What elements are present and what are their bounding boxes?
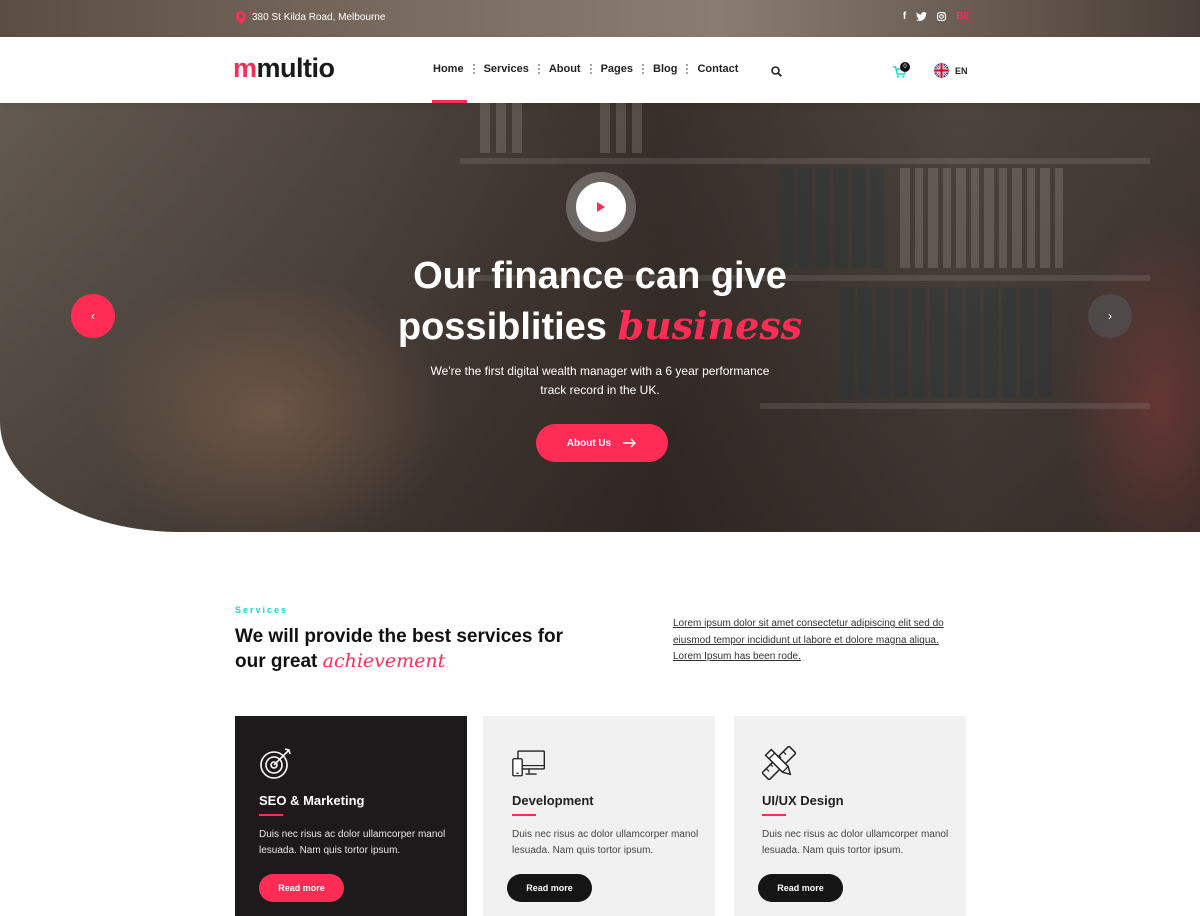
main-navigation: mmultio Home Services About Pages Blog C…	[0, 37, 1200, 103]
service-card-divider	[512, 814, 536, 816]
play-icon	[597, 202, 605, 212]
behance-icon[interactable]: Bē	[956, 11, 969, 22]
slider-prev-button[interactable]: ‹	[71, 294, 115, 338]
service-card-text: Duis nec risus ac dolor ullamcorper mano…	[512, 829, 699, 856]
nav-item-about[interactable]: About	[549, 63, 581, 75]
slider-next-button[interactable]: ›	[1088, 294, 1132, 338]
hero-title-accent: business	[617, 303, 803, 348]
hero-title-line1: Our finance can give	[413, 255, 787, 297]
about-us-button[interactable]: About Us	[536, 424, 668, 462]
nav-item-services[interactable]: Services	[484, 63, 529, 75]
address-text: 380 St Kilda Road, Melbourne	[252, 12, 386, 23]
menu-separator	[537, 64, 540, 74]
chevron-left-icon: ‹	[91, 309, 95, 323]
address: 380 St Kilda Road, Melbourne	[236, 11, 385, 24]
about-us-button-label: About Us	[566, 437, 612, 449]
hero-subtitle: We're the first digital wealth manager w…	[430, 364, 770, 397]
nav-item-blog[interactable]: Blog	[653, 63, 677, 75]
service-card-title: SEO & Marketing	[259, 793, 365, 808]
service-card-title: Development	[512, 793, 594, 808]
services-title-accent: achievement	[322, 650, 446, 672]
instagram-icon[interactable]	[937, 12, 947, 21]
menu-separator	[472, 64, 475, 74]
play-button[interactable]	[566, 172, 636, 242]
services-title: We will provide the best services for ou…	[235, 624, 595, 674]
read-more-button[interactable]: Read more	[259, 874, 344, 902]
language-selector[interactable]: EN	[934, 63, 968, 78]
service-card-development: Development Duis nec risus ac dolor ulla…	[483, 716, 715, 916]
menu-separator	[686, 64, 689, 74]
nav-item-pages[interactable]: Pages	[601, 63, 633, 75]
hero-slider: Our finance can give possiblities busine…	[0, 103, 1200, 532]
hero-title-word: possiblities	[397, 306, 607, 348]
read-more-button[interactable]: Read more	[758, 874, 843, 902]
service-card-uiux: UI/UX Design Duis nec risus ac dolor ull…	[734, 716, 966, 916]
service-card-text: Duis nec risus ac dolor ullamcorper mano…	[259, 829, 446, 856]
service-card-divider	[762, 814, 786, 816]
hero-title: Our finance can give possiblities busine…	[300, 251, 900, 352]
read-more-button[interactable]: Read more	[507, 874, 592, 902]
pencil-ruler-icon	[762, 746, 796, 780]
devices-icon	[512, 750, 545, 777]
location-pin-icon	[236, 11, 246, 24]
cart-count-badge: 0	[900, 62, 910, 72]
services-kicker: Services	[235, 605, 289, 615]
social-links: f Bē	[903, 11, 969, 22]
arrow-right-icon	[623, 438, 637, 448]
logo-text: multio	[256, 53, 336, 83]
search-icon[interactable]	[771, 66, 782, 77]
hero-title-line2: possiblities business	[300, 301, 900, 352]
nav-item-label: Home	[433, 63, 464, 75]
active-indicator	[432, 100, 467, 103]
service-card-divider	[259, 814, 283, 816]
facebook-icon[interactable]: f	[903, 11, 906, 22]
uk-flag-icon	[934, 63, 949, 78]
chevron-right-icon: ›	[1108, 309, 1112, 323]
top-bar: 380 St Kilda Road, Melbourne f Bē	[0, 0, 1200, 37]
service-card-title: UI/UX Design	[762, 793, 844, 808]
logo-accent: m	[233, 53, 257, 83]
target-icon	[260, 748, 291, 779]
twitter-icon[interactable]	[916, 12, 928, 21]
service-card-text: Duis nec risus ac dolor ullamcorper mano…	[762, 829, 949, 856]
nav-item-contact[interactable]: Contact	[697, 63, 738, 75]
language-label: EN	[955, 65, 968, 76]
menu-separator	[642, 64, 645, 74]
menu-separator	[589, 64, 592, 74]
services-description: Lorem ipsum dolor sit amet consectetur a…	[673, 618, 944, 662]
nav-menu: Home Services About Pages Blog Contact	[432, 63, 738, 103]
nav-item-home[interactable]: Home	[432, 63, 467, 103]
service-card-seo: SEO & Marketing Duis nec risus ac dolor …	[235, 716, 467, 916]
logo[interactable]: mmultio	[233, 53, 335, 84]
play-button-circle	[576, 182, 626, 232]
